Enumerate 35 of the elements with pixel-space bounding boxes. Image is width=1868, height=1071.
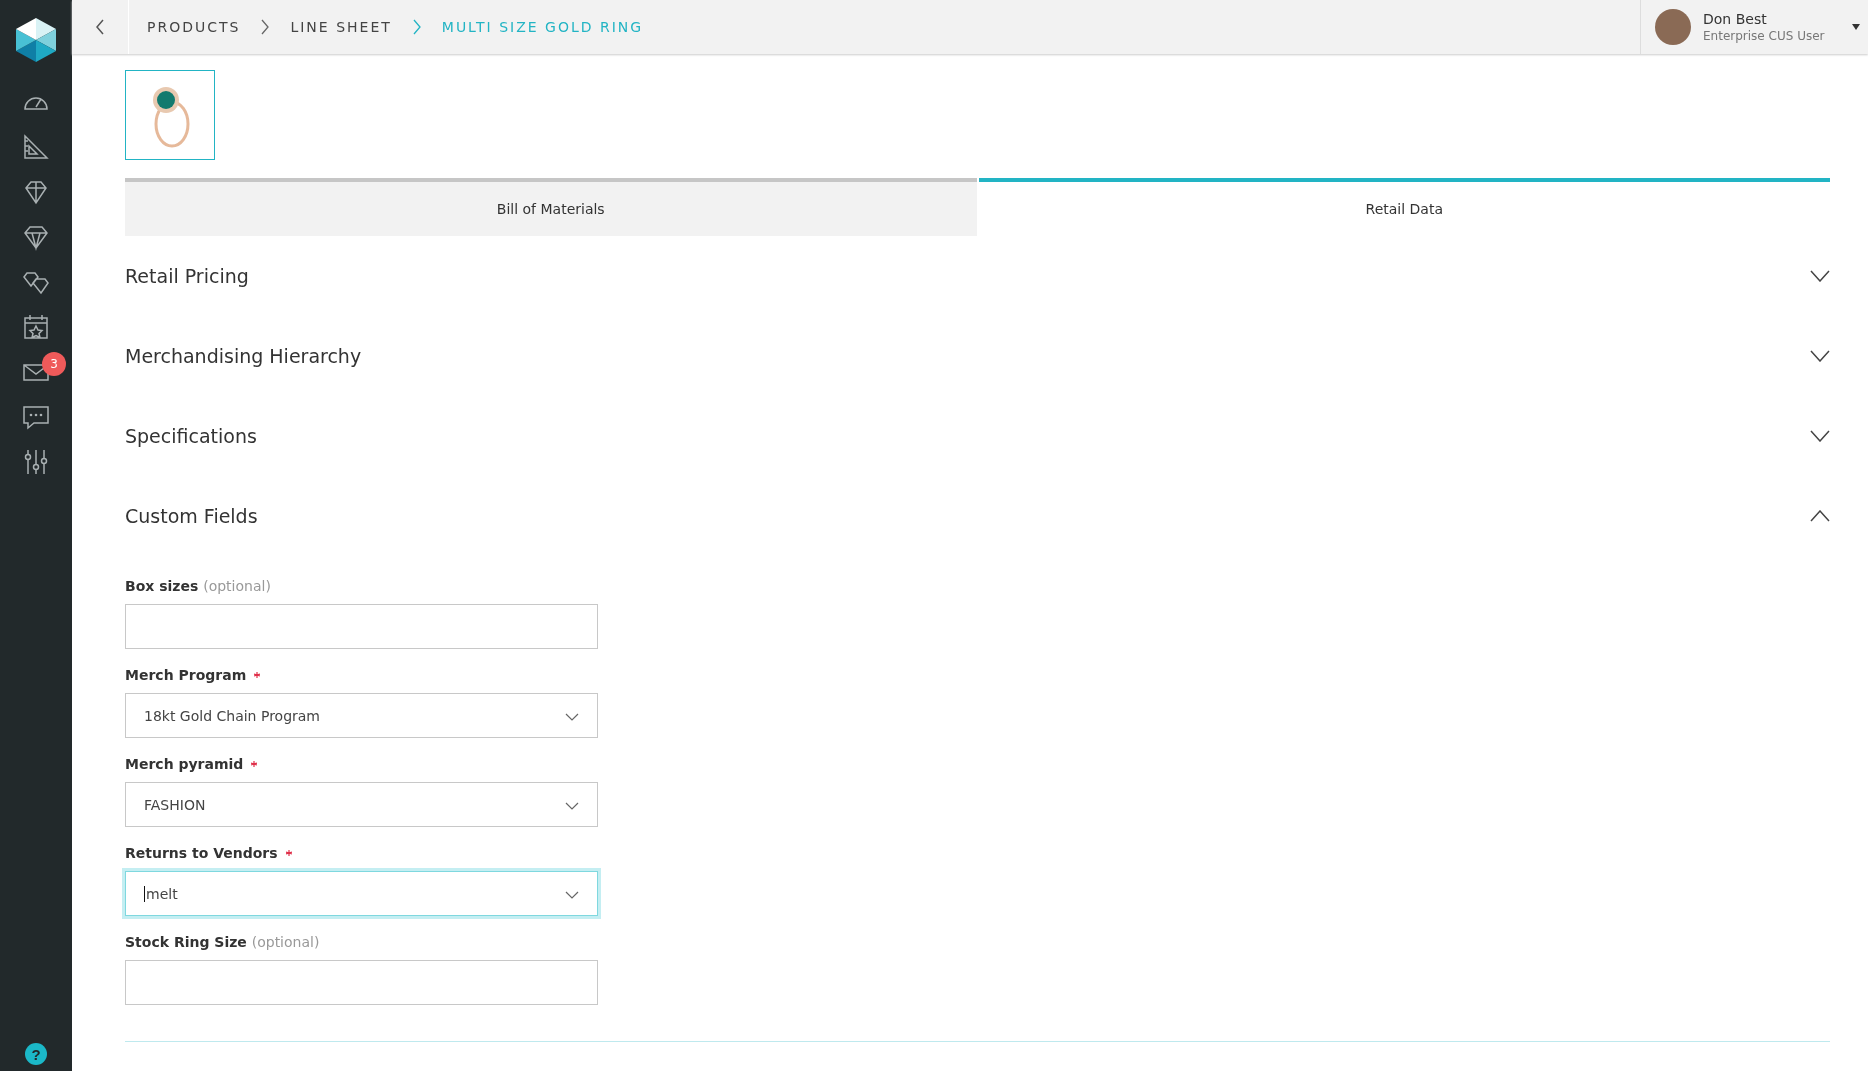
- dropdown-field[interactable]: melt: [125, 871, 598, 916]
- field-label: Returns to Vendors: [125, 845, 1830, 861]
- input-field[interactable]: [125, 960, 598, 1005]
- user-name: Don Best: [1703, 11, 1768, 27]
- section-header[interactable]: Retail Pricing: [125, 236, 1830, 316]
- breadcrumb-link[interactable]: LINE SHEET: [290, 19, 392, 35]
- section-header[interactable]: Custom Fields: [125, 476, 1830, 556]
- chevron-down-icon: [1810, 430, 1830, 442]
- dropdown-field[interactable]: 18kt Gold Chain Program: [125, 693, 598, 738]
- avatar: [1655, 9, 1691, 45]
- user-menu[interactable]: Don Best Enterprise CUS User: [1640, 0, 1868, 54]
- ruler-icon[interactable]: [21, 132, 51, 162]
- calendar-star-icon[interactable]: [21, 312, 51, 342]
- field-label: Merch Program: [125, 667, 1830, 683]
- help-button[interactable]: ?: [25, 1043, 47, 1065]
- tab[interactable]: Bill of Materials: [125, 178, 977, 236]
- user-role: Enterprise CUS User: [1703, 29, 1825, 43]
- dropdown-field[interactable]: FASHION: [125, 782, 598, 827]
- back-chevron-icon[interactable]: [95, 19, 105, 35]
- field-label: Merch pyramid: [125, 756, 1830, 772]
- chevron-down-icon: [1810, 350, 1830, 362]
- product-thumbnail[interactable]: [125, 70, 215, 160]
- field-label: Stock Ring Size (optional): [125, 934, 321, 950]
- chevron-down-icon: [1810, 270, 1830, 282]
- notification-badge: 3: [42, 352, 66, 376]
- chevron-up-icon: [1810, 510, 1830, 522]
- section-header[interactable]: Specifications: [125, 396, 1830, 476]
- breadcrumb-link[interactable]: PRODUCTS: [147, 19, 241, 35]
- field-label: Box sizes (optional): [125, 578, 272, 594]
- logo-icon: [14, 16, 58, 64]
- input-field[interactable]: [125, 604, 598, 649]
- chevron-right-icon: [260, 19, 271, 35]
- section-header[interactable]: Merchandising Hierarchy: [125, 316, 1830, 396]
- dropdown-caret-icon: [1852, 24, 1860, 30]
- chevron-right-icon: [411, 19, 422, 35]
